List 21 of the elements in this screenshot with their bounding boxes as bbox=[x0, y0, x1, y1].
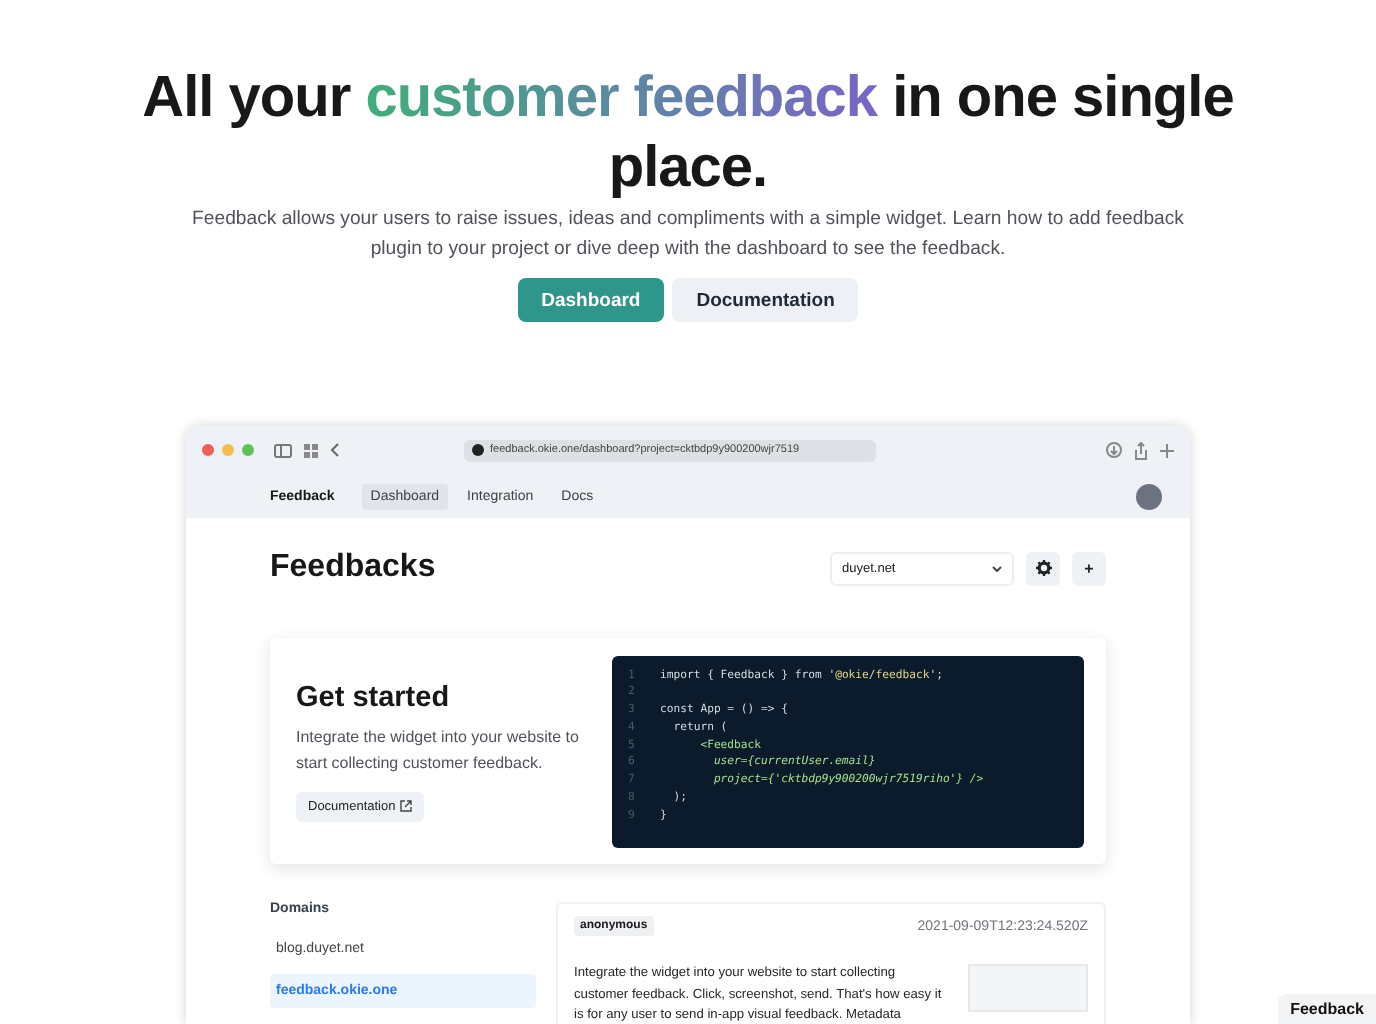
add-button[interactable]: + bbox=[1072, 551, 1106, 585]
user-avatar[interactable] bbox=[1136, 483, 1162, 509]
documentation-button[interactable]: Documentation bbox=[672, 278, 859, 322]
sidebar-icon[interactable] bbox=[274, 443, 292, 457]
grid-icon[interactable] bbox=[304, 443, 318, 457]
hero-title: All your customer feedback in one single place. bbox=[140, 64, 1236, 204]
external-link-icon bbox=[399, 800, 412, 812]
card-title: Get started bbox=[296, 681, 450, 713]
page-title: Feedbacks bbox=[270, 550, 438, 586]
card-text: Integrate the widget into your website to start collecting customer feedback. bbox=[296, 725, 581, 775]
share-icon[interactable] bbox=[1134, 441, 1148, 459]
settings-icon bbox=[1035, 560, 1051, 576]
dashboard-button[interactable]: Dashboard bbox=[517, 278, 665, 322]
settings-button[interactable] bbox=[1026, 551, 1060, 585]
screenshot-thumbnail[interactable] bbox=[968, 964, 1088, 1012]
hero-description: Feedback allows your users to raise issues, ideas and compliments with a simple widget. Learn how to add feedback plugin to your project or dive deep with the dashboard to see the feedback. bbox=[190, 206, 1186, 264]
plus-icon[interactable] bbox=[1160, 443, 1174, 457]
chevron-down-icon bbox=[992, 565, 1002, 571]
back-icon[interactable] bbox=[330, 442, 340, 458]
feedback-widget-button[interactable]: Feedback bbox=[1278, 994, 1376, 1024]
download-icon[interactable] bbox=[1106, 442, 1122, 458]
